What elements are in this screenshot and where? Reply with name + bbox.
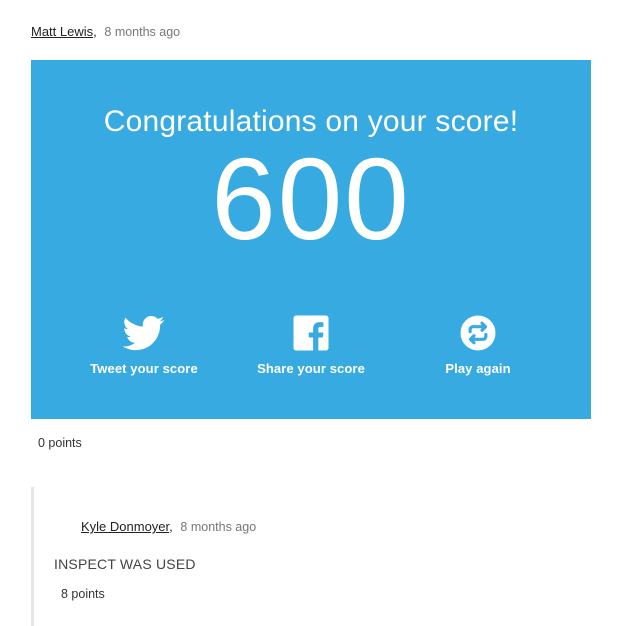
reply-thread: Kyle Donmoyer, 8 months ago INSPECT WAS …	[31, 487, 594, 626]
twitter-icon	[123, 316, 165, 351]
play-again-label: Play again	[445, 361, 511, 376]
comment-timestamp: 8 months ago	[104, 25, 181, 39]
reply-timestamp: 8 months ago	[180, 520, 257, 534]
replay-icon	[460, 315, 496, 351]
share-score-button[interactable]: Share your score	[231, 312, 391, 376]
reply-header: Kyle Donmoyer, 8 months ago	[81, 518, 256, 536]
score-value: 600	[211, 134, 411, 264]
score-card: Congratulations on your score! 600 Tweet…	[31, 60, 591, 419]
reply-points: 8 points	[61, 587, 105, 601]
reply-body: INSPECT WAS USED	[54, 556, 196, 572]
facebook-icon	[293, 315, 329, 351]
comment-author-link[interactable]: Matt Lewis	[31, 24, 93, 39]
play-again-button[interactable]: Play again	[398, 312, 558, 376]
reply-author-link[interactable]: Kyle Donmoyer	[81, 519, 169, 534]
share-score-label: Share your score	[257, 361, 365, 376]
comment-separator: ,	[93, 24, 97, 39]
comment-points: 0 points	[38, 436, 82, 450]
comment-header: Matt Lewis, 8 months ago	[31, 23, 180, 41]
tweet-score-button[interactable]: Tweet your score	[64, 312, 224, 376]
tweet-score-label: Tweet your score	[90, 361, 198, 376]
reply-separator: ,	[169, 519, 173, 534]
